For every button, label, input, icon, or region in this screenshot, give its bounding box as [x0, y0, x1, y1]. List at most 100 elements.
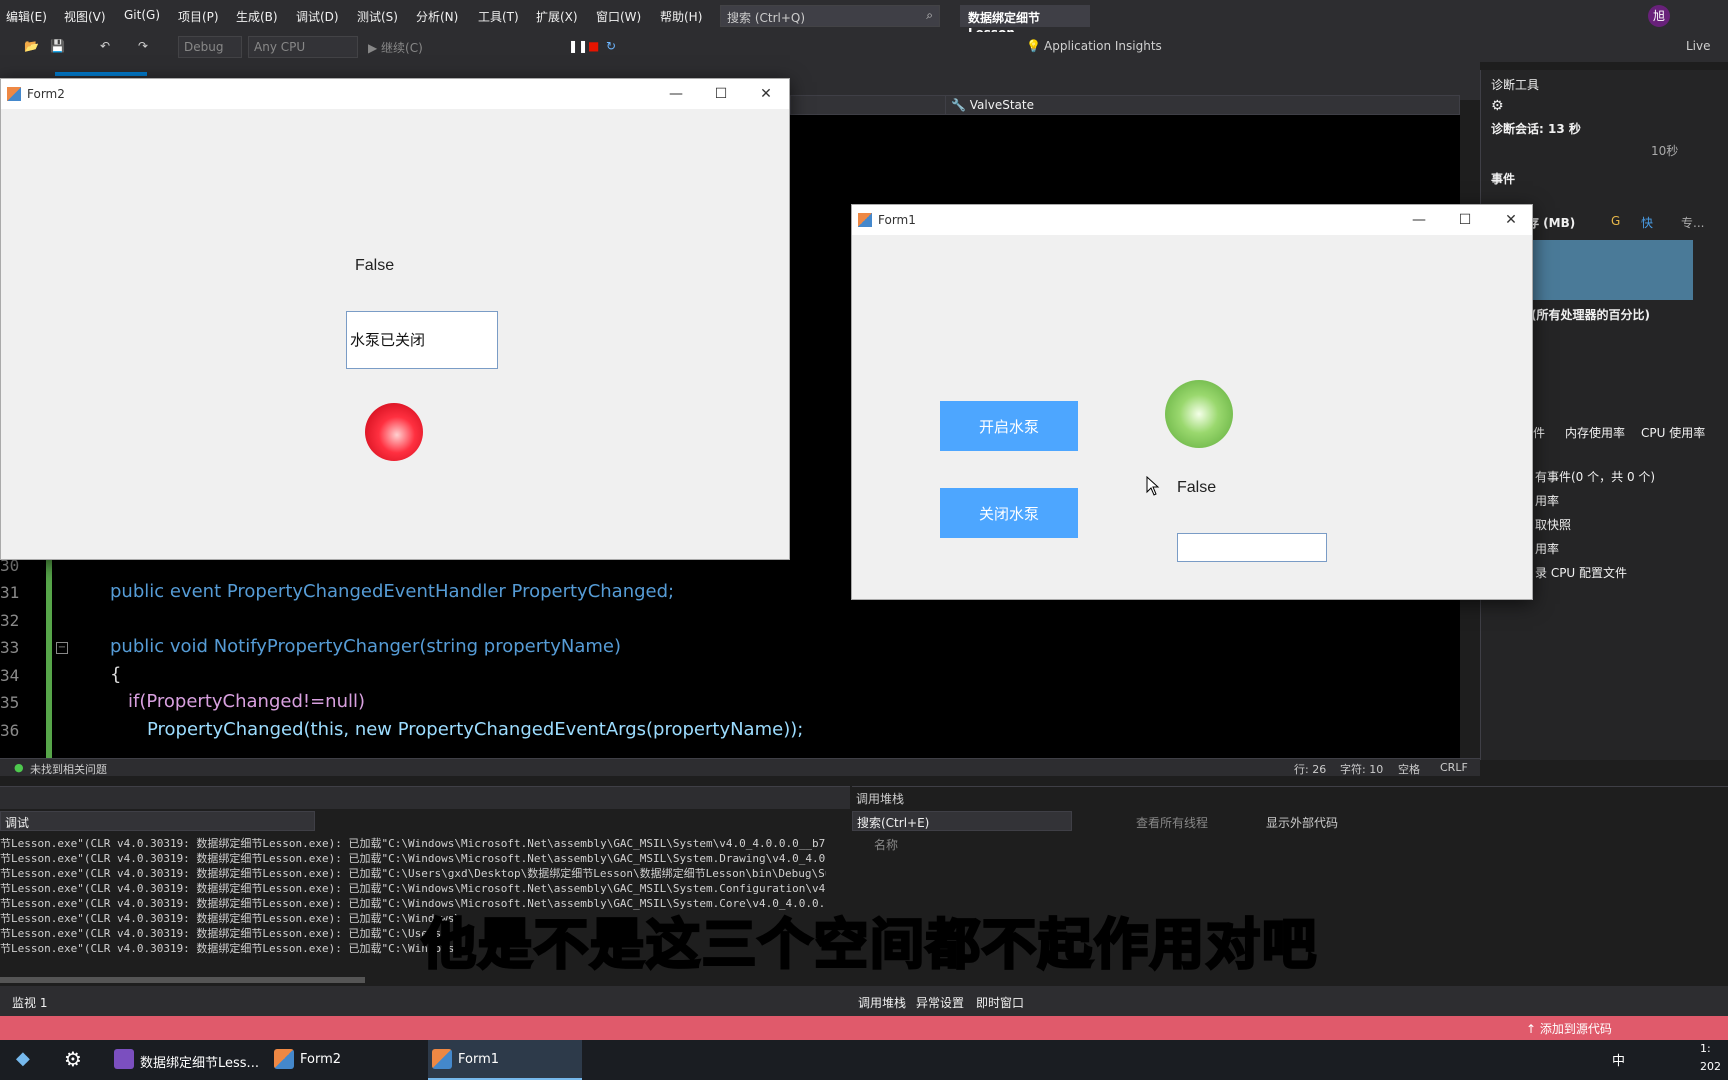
diag-row: 用率 [1535, 494, 1560, 508]
diag-time-tick: 10秒 [1651, 144, 1679, 158]
code-line-31: public event PropertyChangedEventHandler… [110, 581, 675, 602]
form1-window: Form1 — ☐ ✕ 开启水泵 关闭水泵 False [851, 204, 1533, 600]
ime-indicator[interactable]: 中 [1612, 1050, 1625, 1069]
form1-status-textbox[interactable] [1177, 533, 1327, 562]
taskbar-label: Form1 [458, 1052, 500, 1067]
form2-app-icon [7, 87, 21, 101]
form-icon [432, 1049, 452, 1069]
taskbar-item-form1[interactable]: Form1 [428, 1040, 582, 1080]
show-external-button[interactable]: 显示外部代码 [1266, 814, 1338, 831]
form2-pump-led [365, 403, 423, 461]
output-source-select[interactable]: 调试 [0, 811, 315, 831]
close-icon[interactable]: ✕ [751, 83, 781, 105]
space-indicator[interactable]: 空格 [1398, 761, 1420, 777]
form2-title: Form2 [27, 87, 65, 101]
search-placeholder: 搜索 (Ctrl+Q) [727, 11, 806, 25]
minimize-icon[interactable]: — [661, 83, 691, 105]
menu-project[interactable]: 项目(P) [178, 8, 219, 25]
avatar[interactable]: 旭 [1648, 5, 1670, 27]
menu-debug[interactable]: 调试(D) [296, 8, 339, 25]
diag-tab-cpu[interactable]: CPU 使用率 [1641, 424, 1705, 441]
close-pump-button[interactable]: 关闭水泵 [940, 488, 1078, 538]
menu-test[interactable]: 测试(S) [357, 8, 398, 25]
undo-icon[interactable]: ↶ [100, 39, 110, 53]
eol-indicator[interactable]: CRLF [1440, 761, 1468, 774]
menu-window[interactable]: 窗口(W) [596, 8, 641, 25]
legend-gc: G [1611, 214, 1621, 228]
check-icon: ● [14, 761, 24, 774]
form1-state-label: False [1177, 479, 1217, 496]
issues-status[interactable]: 未找到相关问题 [30, 761, 107, 777]
menu-analyze[interactable]: 分析(N) [416, 8, 458, 25]
memory-chart [1518, 240, 1693, 300]
search-input[interactable]: 搜索 (Ctrl+Q) ⌕ [720, 5, 940, 27]
tab-immediate[interactable]: 即时窗口 [976, 994, 1024, 1011]
line-number: 32 [0, 611, 20, 630]
legend-fast: 快 [1641, 216, 1654, 230]
code-line-33: public void NotifyPropertyChanger(string… [110, 636, 621, 657]
lightbulb-icon: 💡 [1026, 39, 1041, 53]
tab-exceptions[interactable]: 异常设置 [916, 994, 964, 1011]
app-insights-button[interactable]: Application Insights [1044, 39, 1162, 53]
line-number: 34 [0, 666, 20, 685]
stop-icon[interactable]: ■ [588, 39, 599, 53]
clock-date[interactable]: 202 [1700, 1060, 1721, 1073]
taskbar-item-vs[interactable]: 数据绑定细节Less... [110, 1040, 259, 1080]
tab-callstack[interactable]: 调用堆栈 [858, 994, 906, 1011]
minimize-icon[interactable]: — [1404, 209, 1434, 231]
platform-select[interactable]: Any CPU [248, 36, 358, 58]
diag-row[interactable]: 取快照 [1535, 516, 1571, 533]
start-icon[interactable]: ◆ [16, 1048, 30, 1069]
close-icon[interactable]: ✕ [1496, 209, 1526, 231]
type-dropdown[interactable] [791, 96, 946, 114]
clock-time[interactable]: 1: [1700, 1042, 1711, 1055]
line-number: 35 [0, 693, 20, 712]
menu-edit[interactable]: 编辑(E) [6, 8, 47, 25]
menu-git[interactable]: Git(G) [124, 8, 160, 22]
form2-titlebar[interactable]: Form2 — ☐ ✕ [1, 79, 789, 109]
code-line-36: PropertyChanged(this, new PropertyChange… [147, 719, 804, 740]
active-tab-indicator[interactable] [55, 72, 147, 76]
save-icon[interactable]: 💾 [50, 39, 65, 53]
form2-status-textbox[interactable]: 水泵已关闭 [346, 311, 498, 369]
bottom-tabs: 监视 1 调用堆栈 异常设置 即时窗口 [0, 986, 1728, 1016]
add-source-button[interactable]: ↑ 添加到源代码 [1526, 1020, 1612, 1037]
line-number: 36 [0, 721, 20, 740]
member-dropdown[interactable]: 🔧 ValveState [951, 98, 1034, 112]
maximize-icon[interactable]: ☐ [706, 83, 736, 105]
settings-icon[interactable]: ⚙ [1491, 98, 1504, 114]
live-share-button[interactable]: Live [1686, 39, 1711, 53]
taskbar-item-form2[interactable]: Form2 [270, 1040, 410, 1080]
form1-app-icon [858, 213, 872, 227]
diag-tab-memory[interactable]: 内存使用率 [1565, 424, 1625, 441]
diag-row[interactable]: 录 CPU 配置文件 [1535, 564, 1627, 581]
search-icon: ⌕ [926, 8, 933, 22]
menu-tools[interactable]: 工具(T) [478, 8, 519, 25]
continue-button[interactable]: ▶ 继续(C) [368, 39, 423, 56]
menu-build[interactable]: 生成(B) [236, 8, 278, 25]
status-bar: ↑ 添加到源代码 [0, 1016, 1728, 1040]
settings-icon[interactable]: ⚙ [64, 1047, 82, 1071]
output-line: 节Lesson.exe"(CLR v4.0.30319: 数据绑定细节Lesso… [0, 837, 826, 850]
config-select[interactable]: Debug [178, 36, 242, 58]
open-folder-icon[interactable]: 📂 [24, 39, 39, 53]
callstack-title: 调用堆栈 [856, 792, 905, 806]
open-pump-button[interactable]: 开启水泵 [940, 401, 1078, 451]
diag-events[interactable]: 事件 [1491, 170, 1515, 187]
output-scrollbar[interactable] [0, 977, 365, 983]
tab-watch[interactable]: 监视 1 [12, 994, 47, 1011]
line-number: 33 [0, 638, 20, 657]
menu-help[interactable]: 帮助(H) [660, 8, 702, 25]
view-threads-button[interactable]: 查看所有线程 [1136, 814, 1208, 831]
maximize-icon[interactable]: ☐ [1450, 209, 1480, 231]
collapse-icon[interactable]: − [56, 642, 68, 654]
form1-titlebar[interactable]: Form1 — ☐ ✕ [852, 205, 1532, 235]
restart-icon[interactable]: ↻ [606, 39, 616, 53]
menu-extensions[interactable]: 扩展(X) [536, 8, 578, 25]
callstack-search[interactable]: 搜索(Ctrl+E) [852, 811, 1072, 831]
pause-icon[interactable]: ❚❚ [568, 39, 588, 53]
redo-icon[interactable]: ↷ [138, 39, 148, 53]
form2-window: Form2 — ☐ ✕ False 水泵已关闭 [0, 78, 790, 560]
menu-view[interactable]: 视图(V) [64, 8, 106, 25]
diag-session: 诊断会话: 13 秒 [1491, 122, 1581, 136]
